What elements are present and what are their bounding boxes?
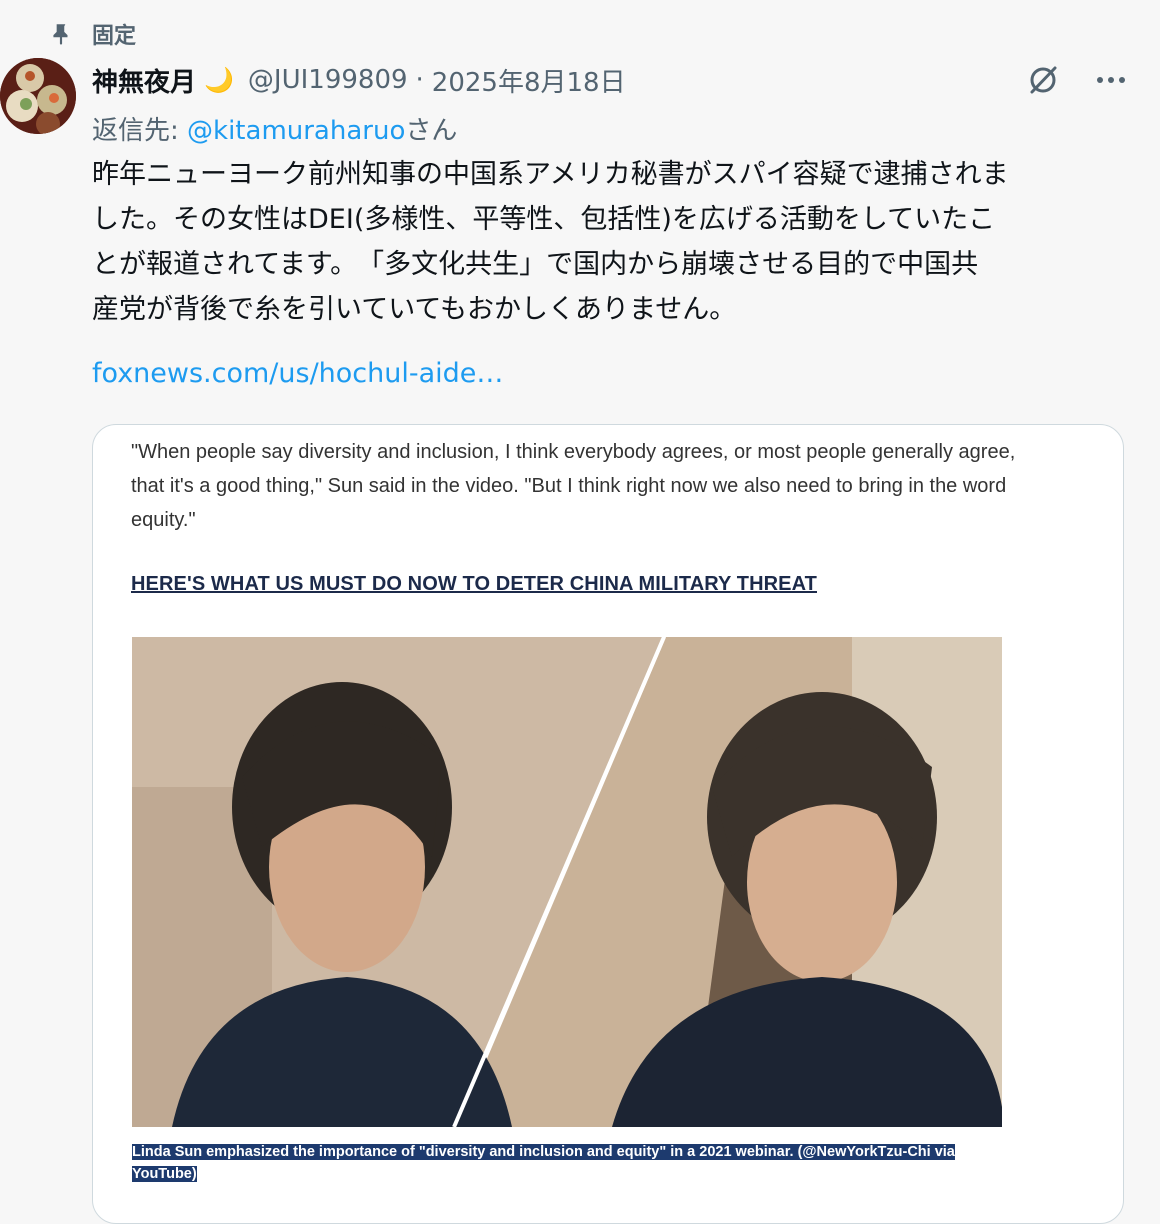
pinned-label: 固定 bbox=[92, 24, 137, 49]
avatar[interactable] bbox=[0, 58, 76, 134]
pin-icon bbox=[48, 21, 74, 47]
pinned-indicator: 固定 bbox=[48, 18, 136, 50]
post-date[interactable]: 2025年8月18日 bbox=[432, 62, 626, 99]
reply-mention-link[interactable]: @kitamuraharuo bbox=[187, 116, 405, 146]
more-options-icon[interactable] bbox=[1096, 75, 1126, 85]
external-link[interactable]: foxnews.com/us/hochul-aide… bbox=[92, 358, 503, 389]
user-handle[interactable]: @JUI199809 bbox=[248, 65, 408, 95]
reply-prefix: 返信先: bbox=[92, 116, 188, 146]
reply-suffix: さん bbox=[405, 116, 458, 146]
reply-to-line: 返信先: @kitamuraharuoさん bbox=[92, 110, 457, 147]
article-photo bbox=[132, 637, 1002, 1127]
grok-icon[interactable] bbox=[1026, 63, 1060, 97]
crescent-moon-emoji: 🌙 bbox=[204, 66, 234, 94]
tweet-body-text: 昨年ニューヨーク前州知事の中国系アメリカ秘書がスパイ容疑で逮捕されま した。その… bbox=[92, 159, 1009, 325]
photo-caption-text: Linda Sun emphasized the importance of "… bbox=[132, 1144, 955, 1182]
photo-caption: Linda Sun emphasized the importance of "… bbox=[132, 1141, 992, 1185]
tweet-header: 神無夜月 🌙 @JUI199809 · 2025年8月18日 bbox=[92, 60, 1140, 100]
separator: · bbox=[415, 65, 424, 95]
article-quote: "When people say diversity and inclusion… bbox=[131, 441, 1016, 531]
link-card-image[interactable]: "When people say diversity and inclusion… bbox=[92, 424, 1124, 1224]
header-actions bbox=[1026, 60, 1126, 100]
display-name[interactable]: 神無夜月 bbox=[92, 62, 196, 99]
article-headline-link[interactable]: HERE'S WHAT US MUST DO NOW TO DETER CHIN… bbox=[131, 573, 817, 596]
